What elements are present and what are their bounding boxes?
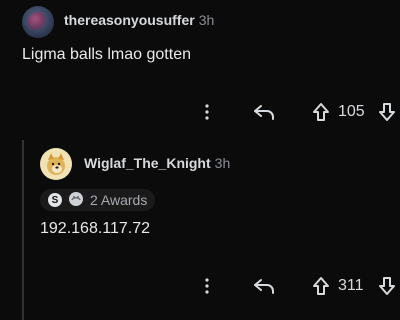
avatar[interactable] — [22, 6, 54, 38]
downvote-arrow-icon[interactable] — [378, 100, 396, 124]
silver-award-icon: S — [48, 193, 62, 207]
comment-top-level: thereasonyousuffer 3h Ligma balls lmao go… — [0, 0, 400, 140]
reply-arrow-icon[interactable] — [250, 100, 278, 124]
comment-author[interactable]: Wiglaf_The_Knight 3h — [84, 155, 230, 171]
comment-body: Ligma balls lmao gotten — [22, 46, 191, 63]
more-vertical-icon[interactable] — [200, 274, 214, 298]
comment-actions: 105 — [0, 98, 400, 126]
downvote-arrow-icon[interactable] — [378, 274, 396, 298]
timestamp: 3h — [214, 155, 231, 171]
awards-badge[interactable]: S 2 Awards — [40, 189, 156, 211]
upvote-arrow-icon[interactable] — [312, 274, 330, 298]
reply-arrow-icon[interactable] — [250, 274, 278, 298]
upvote-arrow-icon[interactable] — [312, 100, 330, 124]
comment-body: 192.168.117.72 — [40, 220, 151, 237]
comment-author[interactable]: thereasonyousuffer 3h — [64, 12, 214, 28]
username[interactable]: thereasonyousuffer — [64, 12, 195, 28]
awards-count: 2 Awards — [90, 192, 148, 208]
avatar[interactable] — [40, 148, 72, 180]
vote-count: 311 — [338, 277, 364, 294]
username[interactable]: Wiglaf_The_Knight — [84, 155, 211, 171]
more-vertical-icon[interactable] — [200, 100, 214, 124]
comment-actions: 311 — [0, 272, 400, 300]
wholesome-award-icon — [68, 191, 84, 210]
vote-count: 105 — [338, 103, 365, 120]
timestamp: 3h — [198, 12, 215, 28]
